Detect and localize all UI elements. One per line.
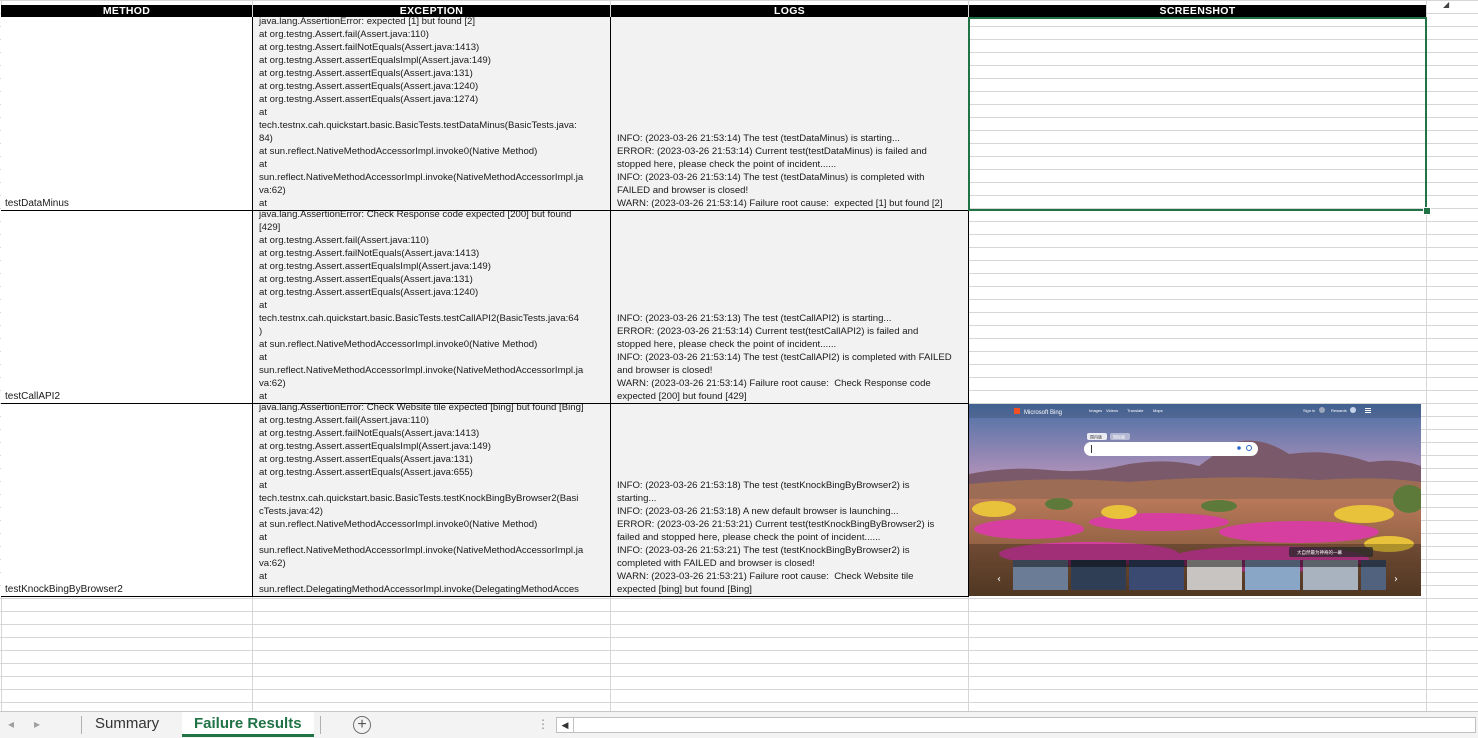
bing-nav-images: Images bbox=[1089, 408, 1102, 413]
selected-cell-outline[interactable] bbox=[968, 17, 1427, 211]
svg-text:‹: ‹ bbox=[997, 574, 1001, 585]
column-header-exception[interactable]: EXCEPTION bbox=[253, 5, 610, 17]
bing-nav-maps: Maps bbox=[1153, 408, 1163, 413]
prev-sheet-arrow-icon[interactable]: ◂ bbox=[8, 717, 14, 731]
table-row-method-cell[interactable]: testKnockBingByBrowser2 bbox=[1, 404, 253, 597]
splitter-handle-icon[interactable]: ⋮ bbox=[537, 717, 549, 731]
bing-brand-label: Microsoft Bing bbox=[1024, 410, 1062, 416]
bing-caption: 大自然最为神奇的一幕 bbox=[1297, 549, 1342, 556]
svg-text:›: › bbox=[1394, 574, 1398, 585]
scroll-left-icon[interactable]: ◀ bbox=[557, 718, 574, 732]
bing-nav-videos: Videos bbox=[1106, 408, 1118, 413]
method-name: testKnockBingByBrowser2 bbox=[5, 584, 123, 595]
exception-cell[interactable]: java.lang.AssertionError: expected [1] b… bbox=[253, 17, 611, 211]
logs-text: INFO: (2023-03-26 21:53:13) The test (te… bbox=[617, 313, 952, 402]
exception-text: java.lang.AssertionError: Check Response… bbox=[259, 211, 584, 402]
fill-handle[interactable] bbox=[1423, 207, 1431, 215]
exception-text: java.lang.AssertionError: expected [1] b… bbox=[259, 17, 584, 209]
logs-text: INFO: (2023-03-26 21:53:18) The test (te… bbox=[617, 480, 935, 595]
exception-cell[interactable]: java.lang.AssertionError: Check Response… bbox=[253, 211, 611, 404]
next-sheet-arrow-icon[interactable]: ▸ bbox=[34, 717, 40, 731]
sheet-tab-summary[interactable]: Summary bbox=[83, 712, 171, 737]
sheet-tab-bar: ◂ ▸ Summary Failure Results + ⋮ ◀ bbox=[0, 711, 1478, 738]
horizontal-scrollbar[interactable]: ◀ bbox=[556, 717, 1476, 733]
column-header-screenshot[interactable]: SCREENSHOT bbox=[969, 5, 1426, 17]
table-row-method-cell[interactable]: testDataMinus bbox=[1, 17, 253, 211]
bing-rewards-label: Rewards bbox=[1331, 408, 1347, 413]
method-name: testCallAPI2 bbox=[5, 391, 61, 402]
sheet-tab-failure-results[interactable]: Failure Results bbox=[182, 712, 314, 737]
corner-indicator: ◢ bbox=[1443, 0, 1450, 9]
logs-cell[interactable]: INFO: (2023-03-26 21:53:18) The test (te… bbox=[611, 404, 969, 597]
bing-chip-cn: 国内版 bbox=[1090, 434, 1102, 440]
column-header-logs[interactable]: LOGS bbox=[611, 5, 968, 17]
column-header-method[interactable]: METHOD bbox=[1, 5, 252, 17]
method-name: testDataMinus bbox=[5, 198, 69, 209]
logs-cell[interactable]: INFO: (2023-03-26 21:53:13) The test (te… bbox=[611, 211, 969, 404]
table-row-method-cell[interactable]: testCallAPI2 bbox=[1, 211, 253, 404]
bing-nav-translate: Translate bbox=[1127, 408, 1144, 413]
bing-signin-label: Sign in bbox=[1303, 408, 1315, 413]
bing-chip-intl: 国际版 bbox=[1113, 434, 1125, 440]
scrollbar-thumb[interactable] bbox=[575, 720, 1455, 730]
bing-screenshot-image[interactable]: Microsoft Bing Images Videos Translate M… bbox=[969, 404, 1421, 596]
logs-cell[interactable]: INFO: (2023-03-26 21:53:14) The test (te… bbox=[611, 17, 969, 211]
add-sheet-button[interactable]: + bbox=[353, 716, 371, 734]
exception-cell[interactable]: java.lang.AssertionError: Check Website … bbox=[253, 404, 611, 597]
exception-text: java.lang.AssertionError: Check Website … bbox=[259, 404, 584, 595]
logs-text: INFO: (2023-03-26 21:53:14) The test (te… bbox=[617, 133, 943, 209]
